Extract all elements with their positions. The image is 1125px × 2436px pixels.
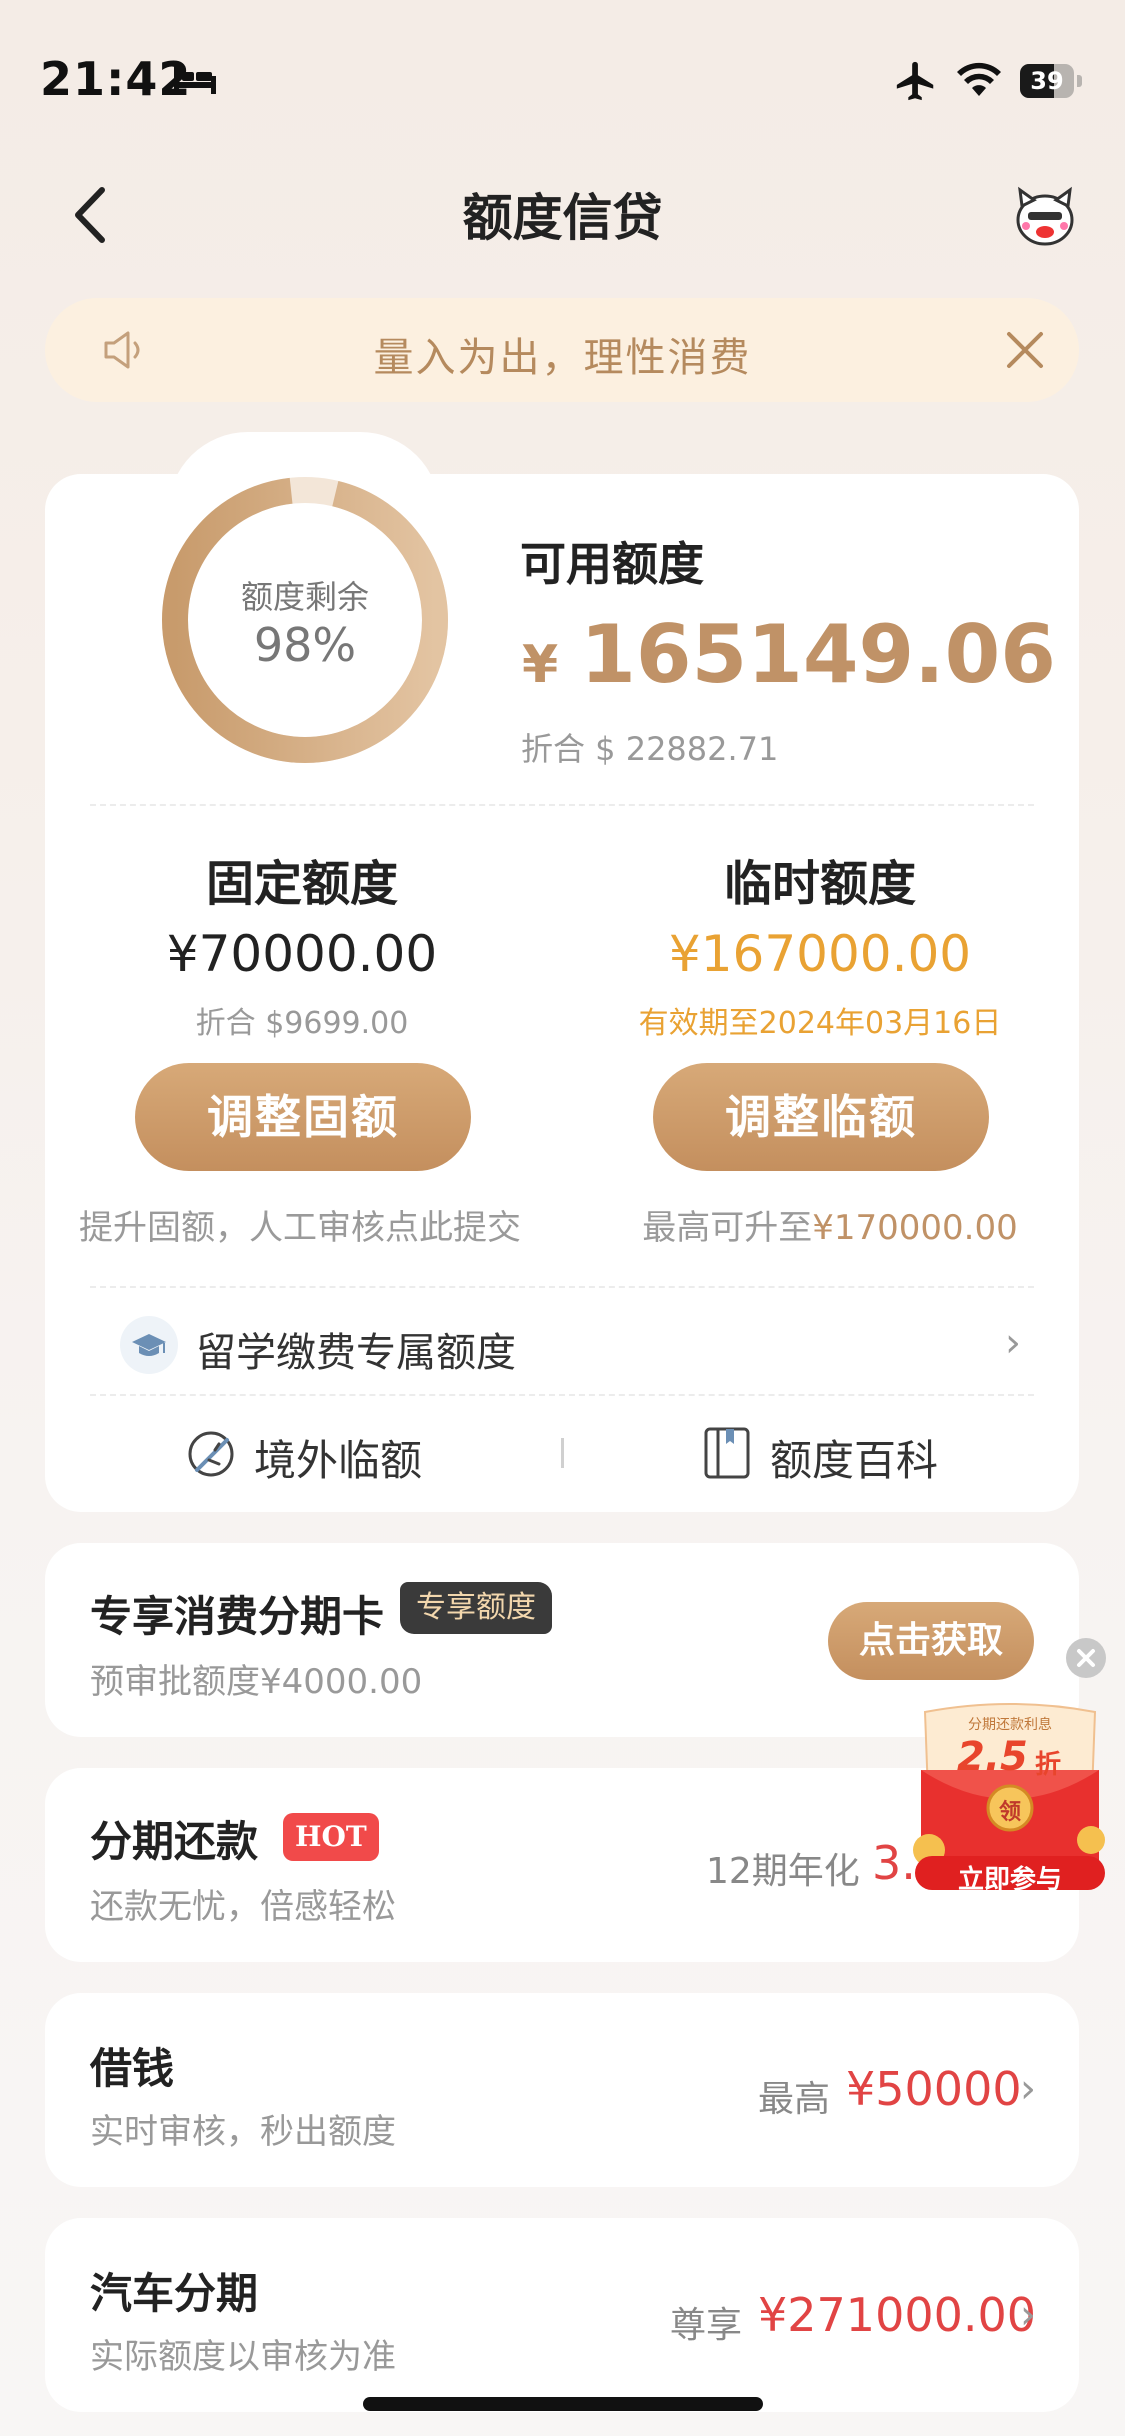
sleep-focus-icon [174,66,216,94]
notice-text: 量入为出，理性消费 [373,335,752,381]
borrow-max-amount: ¥50000 [846,2062,1022,2116]
borrow-title: 借钱 [90,2044,175,2093]
car-loan-title: 汽车分期 [90,2269,259,2318]
chevron-right-icon: › [1020,2292,1036,2338]
installment-repay-title: 分期还款 [90,1817,259,1866]
airplane-mode-icon [896,61,934,101]
hot-badge: HOT [283,1813,379,1861]
adjust-fixed-button[interactable]: 调整固额 [135,1063,471,1171]
borrow-sub: 实时审核，秒出额度 [90,2112,396,2152]
temp-credit-amount: ¥167000.00 [668,925,972,983]
car-loan-sub: 实际额度以审核为准 [90,2337,396,2377]
study-fee-credit-label: 留学缴费专属额度 [196,1330,516,1376]
temp-hint-amount: ¥170000.00 [812,1208,1018,1248]
promo-discount-unit: 折 [1035,1750,1062,1780]
temp-credit-hint: 最高可升至¥170000.00 [600,1200,1060,1249]
overseas-temp-credit-link[interactable]: 境外临额 [254,1427,422,1488]
adjust-temp-button[interactable]: 调整临额 [653,1063,989,1171]
temp-credit-title: 临时额度 [723,856,916,912]
available-usd-equivalent: 折合 $ 22882.71 [521,730,779,768]
available-credit-amount: ¥165149.06 [522,608,1056,701]
available-amount-value: 165149.06 [580,608,1056,701]
status-time: 21:42 [40,52,192,106]
graduation-cap-icon [120,1316,178,1374]
fixed-credit-hint[interactable]: 提升固额，人工审核点此提交 [50,1200,550,1249]
currency-symbol: ¥ [522,635,559,695]
fixed-credit-usd: 折合 $9699.00 [195,1006,409,1041]
promo-coin: 领 [998,1800,1021,1825]
home-indicator [363,2397,763,2411]
divider [90,804,1034,806]
ring-percent: 98% [253,618,357,672]
divider [90,1394,1034,1396]
battery-level: 39 [1030,67,1064,95]
installment-card-title: 专享消费分期卡 [90,1592,385,1641]
available-credit-title: 可用额度 [520,537,704,591]
ring-label: 额度剩余 [240,578,369,616]
car-loan-label: 尊享 [670,2305,743,2346]
page-title: 额度信贷 [462,189,663,247]
close-icon[interactable] [1003,328,1047,372]
annualized-label: 12期年化 [706,1851,860,1892]
battery-indicator: 39 [1020,64,1082,98]
car-loan-amount: ¥271000.00 [758,2288,1037,2342]
exclusive-credit-tag: 专享额度 [400,1582,552,1634]
installment-card-sub: 预审批额度¥4000.00 [90,1662,423,1702]
borrow-max-label: 最高 [758,2079,831,2120]
chevron-right-icon: › [1005,1320,1021,1366]
join-now-button[interactable]: 立即参与 [915,1859,1105,1896]
credit-encyclopedia-link[interactable]: 额度百科 [770,1427,938,1488]
temp-hint-prefix: 最高可升至 [642,1208,813,1248]
mascot-service-icon[interactable] [1012,186,1078,248]
book-icon [704,1427,750,1479]
wifi-icon [957,62,1001,96]
link-divider [561,1438,564,1468]
temp-credit-validity: 有效期至2024年03月16日 [638,1006,1002,1041]
promo-discount: 2.5 [957,1734,1028,1780]
chevron-right-icon: › [1020,2066,1036,2112]
promo-red-envelope[interactable]: 分期还款利息 2.5 折 领 立即参与 [905,1700,1115,1895]
promo-banner-text: 分期还款利息 [968,1717,1052,1733]
fixed-credit-amount: ¥70000.00 [166,925,438,983]
overseas-plane-icon [188,1431,234,1477]
get-now-button[interactable]: 点击获取 [828,1602,1034,1680]
promo-close-icon[interactable] [1066,1638,1106,1678]
divider [90,1286,1034,1288]
installment-repay-sub: 还款无忧，倍感轻松 [90,1887,396,1927]
fixed-credit-title: 固定额度 [205,856,398,912]
